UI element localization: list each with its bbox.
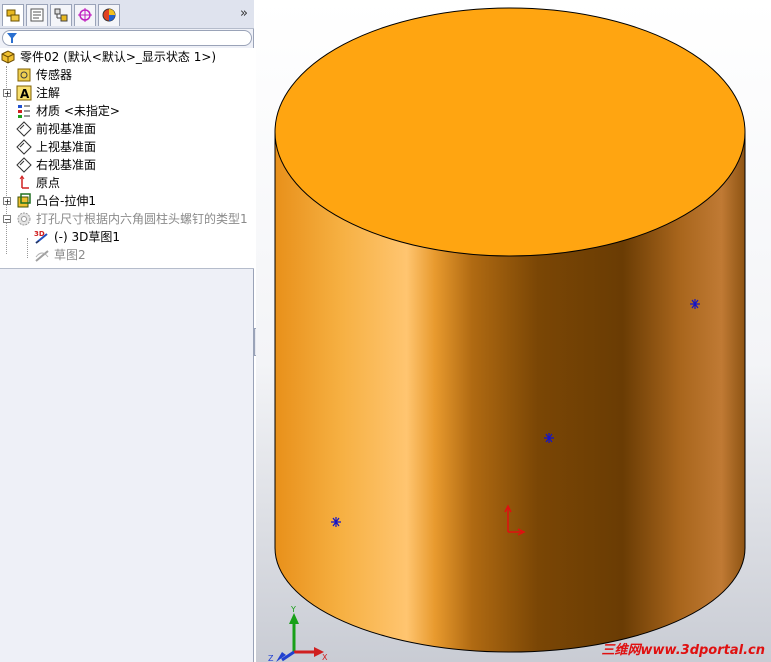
configuration-icon — [54, 8, 68, 22]
dimxpert-icon — [78, 8, 92, 22]
tab-featuremanager[interactable] — [2, 4, 24, 26]
tree-item-label: 注解 — [36, 86, 61, 100]
collapse-toggle[interactable]: − — [3, 215, 11, 224]
plane-icon — [16, 157, 32, 173]
tab-display[interactable] — [98, 4, 120, 26]
manager-tab-bar: » — [0, 0, 254, 29]
sensor-icon — [17, 68, 31, 82]
tree-filter-field[interactable] — [2, 30, 252, 46]
tree-item-label: 右视基准面 — [36, 158, 97, 172]
site-watermark: 三维网www.3dportal.cn — [601, 643, 765, 658]
view-triad-icon: Y X Z — [268, 605, 328, 662]
origin-icon — [19, 175, 29, 189]
extrude-icon — [17, 193, 31, 208]
expand-tabs-button[interactable]: » — [240, 6, 248, 21]
part-icon — [1, 50, 15, 64]
3d-sketch-icon: 3D — [34, 230, 48, 244]
expand-toggle[interactable]: + — [3, 89, 11, 98]
triad-x-label: X — [322, 653, 328, 662]
tab-dimxpert[interactable] — [74, 4, 96, 26]
tree-item-label: 上视基准面 — [36, 140, 97, 154]
triad-z-label: Z — [268, 654, 274, 662]
tree-item-label: (-) 3D草图1 — [54, 230, 121, 244]
tree-item-label: 材质 <未指定> — [36, 104, 120, 118]
material-icon — [18, 105, 30, 118]
sketch-icon — [35, 250, 49, 262]
hole-wizard-icon — [17, 212, 31, 226]
svg-text:A: A — [20, 87, 30, 101]
plane-icon — [16, 121, 32, 137]
tree-item-label: 传感器 — [36, 68, 73, 82]
tree-item-label: 前视基准面 — [36, 122, 97, 136]
tree-item-label: 原点 — [36, 176, 61, 190]
display-pane-icon — [102, 8, 116, 22]
cylinder-model[interactable]: Y X Z — [256, 0, 771, 662]
plane-icon — [16, 139, 32, 155]
triad-y-label: Y — [290, 605, 296, 614]
feature-tree-icon — [6, 9, 20, 22]
tree-item-label: 草图2 — [54, 248, 86, 262]
tab-propertymanager[interactable] — [26, 4, 48, 26]
tab-configurationmanager[interactable] — [50, 4, 72, 26]
tree-item-label: 零件02 (默认<默认>_显示状态 1>) — [20, 50, 217, 64]
feature-tree: 零件02 (默认<默认>_显示状态 1>) 传感器 + A 注解 材质 <未指定… — [0, 48, 254, 269]
cylinder-top-face[interactable] — [274, 7, 746, 257]
annotation-icon: A — [16, 85, 32, 101]
expand-toggle[interactable]: + — [3, 197, 11, 206]
graphics-area[interactable]: Y X Z 三维网www.3dportal.cn — [256, 0, 771, 662]
tree-item-label: 凸台-拉伸1 — [36, 194, 96, 208]
filter-funnel-icon — [7, 33, 17, 43]
tree-item-label: 打孔尺寸根据内六角圆柱头螺钉的类型1 — [36, 212, 248, 226]
tree-connector — [27, 238, 28, 258]
property-icon — [30, 8, 44, 22]
feature-manager-panel: » 零件02 (默认<默认>_显示状态 1>) 传感器 + A 注解 材质 <未… — [0, 0, 254, 662]
